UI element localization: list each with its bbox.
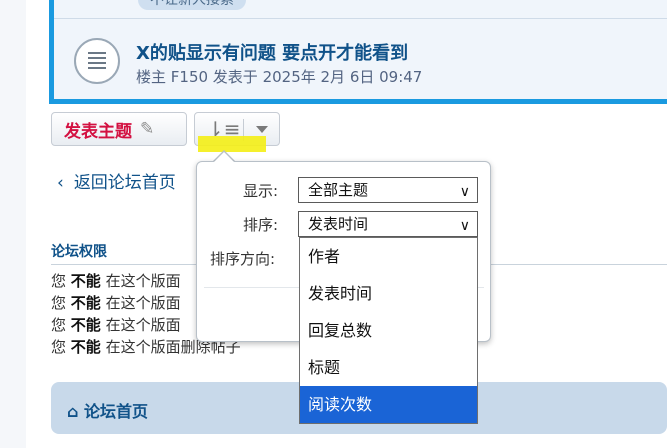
option-subject[interactable]: 标题: [300, 349, 477, 386]
topic-read-icon: [74, 38, 120, 84]
topic-title-link[interactable]: X的贴显示有问题 要点开才能看到: [136, 39, 408, 65]
option-author[interactable]: 作者: [300, 238, 477, 275]
display-select-value: 全部主题: [308, 181, 369, 199]
permission-negation: 不能: [70, 294, 101, 312]
permissions-heading: 论坛权限: [51, 244, 107, 260]
permission-subject: 您: [51, 294, 67, 312]
caret-down-icon[interactable]: [256, 126, 268, 133]
permission-subject: 您: [51, 272, 67, 290]
sort-by-select-value: 发表时间: [308, 215, 369, 233]
topic-meta: 楼主 F150 发表于 2025年 2月 6日 09:47: [136, 68, 423, 86]
sort-direction-label: 排序方向:: [210, 250, 276, 268]
display-select[interactable]: 全部主题 ∨: [298, 177, 478, 203]
new-topic-label: 发表主题: [64, 121, 132, 142]
popup-pointer-inner: [213, 152, 235, 163]
permission-text: 在这个版面: [105, 294, 181, 312]
topic-divider: [54, 18, 667, 19]
back-to-index-link[interactable]: ‹ 返回论坛首页: [57, 168, 176, 193]
option-replies[interactable]: 回复总数: [300, 312, 477, 349]
forum-index-link[interactable]: ⌂ 论坛首页: [67, 398, 148, 422]
sort-by-label: 排序:: [243, 216, 279, 234]
permission-text: 在这个版面: [105, 316, 181, 334]
permission-negation: 不能: [70, 316, 101, 334]
permission-subject: 您: [51, 338, 67, 356]
topic-tag[interactable]: 不让新人接索: [138, 0, 246, 10]
forum-index-label: 论坛首页: [84, 402, 149, 421]
back-link-label: 返回论坛首页: [73, 173, 176, 193]
chevron-left-icon: ‹: [57, 173, 64, 193]
permission-subject: 您: [51, 316, 67, 334]
permission-negation: 不能: [70, 338, 101, 356]
home-icon: ⌂: [67, 402, 79, 421]
sort-by-options-list[interactable]: 作者 发表时间 回复总数 标题 阅读次数: [299, 237, 478, 424]
permission-negation: 不能: [70, 272, 101, 290]
chevron-down-icon: ∨: [459, 218, 470, 234]
pencil-icon: ✎: [140, 119, 155, 139]
new-topic-button[interactable]: 发表主题 ✎: [51, 112, 187, 146]
chevron-down-icon: ∨: [459, 184, 470, 200]
sort-by-select[interactable]: 发表时间 ∨: [298, 211, 478, 237]
topic-row[interactable]: 不让新人接索 X的贴显示有问题 要点开才能看到 楼主 F150 发表于 2025…: [49, 0, 667, 104]
option-post-time[interactable]: 发表时间: [300, 275, 477, 312]
option-views[interactable]: 阅读次数: [300, 386, 477, 423]
display-label: 显示:: [243, 182, 279, 200]
permission-text: 在这个版面: [105, 272, 181, 290]
